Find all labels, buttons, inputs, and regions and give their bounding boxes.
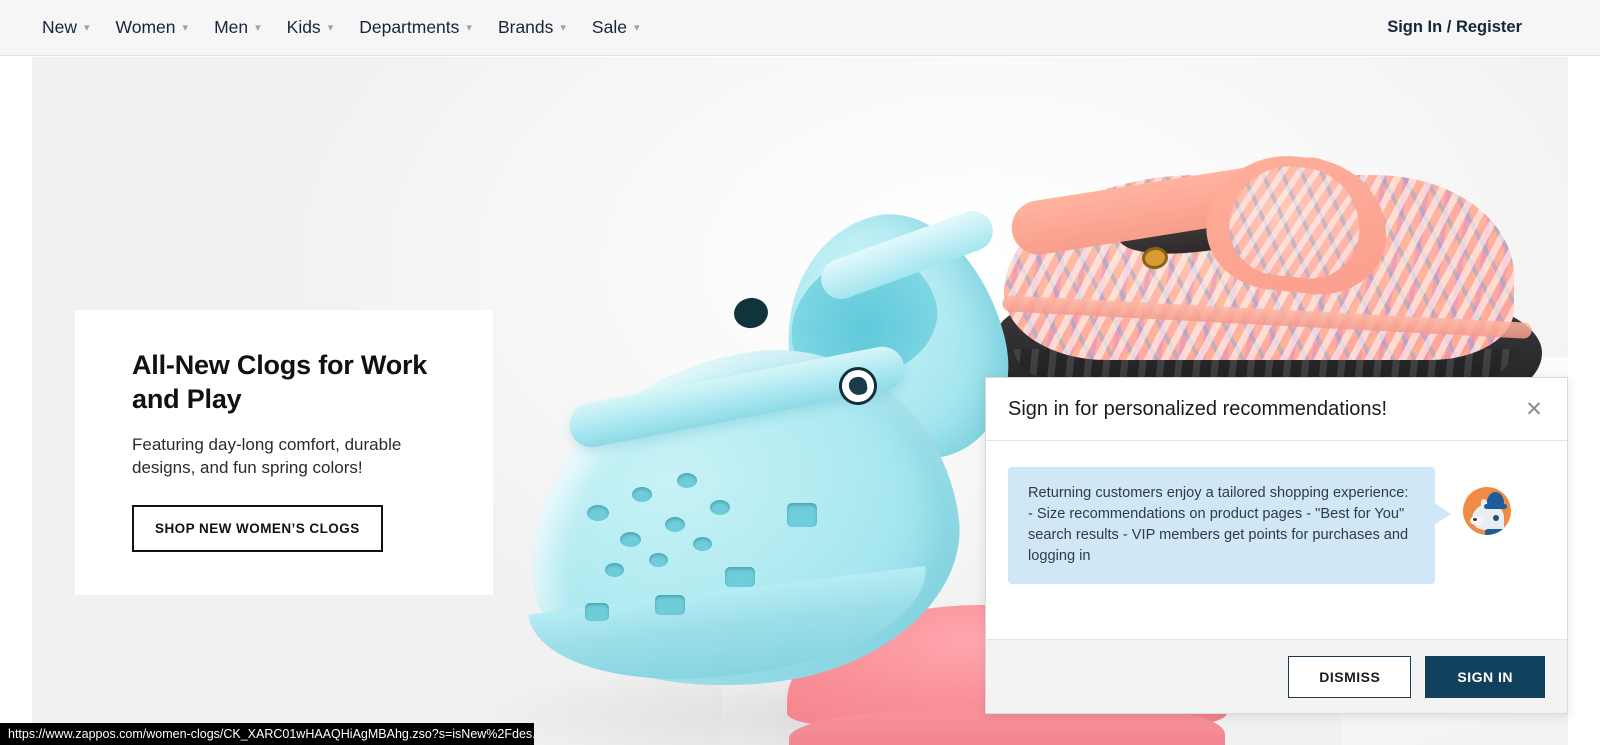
clog-vent-hole (710, 500, 730, 515)
nav-item-departments[interactable]: Departments ▾ (359, 17, 486, 38)
shop-new-womens-clogs-button[interactable]: SHOP NEW WOMEN’S CLOGS (132, 505, 383, 553)
chevron-down-icon: ▾ (466, 22, 472, 34)
chevron-down-icon: ▾ (633, 22, 640, 34)
browser-status-bar-url: https://www.zappos.com/women-clogs/CK_XA… (0, 723, 534, 745)
chevron-down-icon: ▾ (255, 22, 261, 34)
nav-item-men[interactable]: Men ▾ (214, 17, 275, 38)
chevron-down-icon: ▾ (327, 22, 334, 34)
nav-item-women[interactable]: Women ▾ (116, 17, 203, 38)
nav-item-label: New (42, 17, 78, 37)
clog-vent-hole (693, 537, 712, 551)
clog-vent-hole (665, 517, 685, 532)
chevron-down-icon: ▾ (560, 22, 566, 34)
nav-item-label: Women (115, 17, 176, 37)
assistant-message-row: Returning customers enjoy a tailored sho… (1008, 467, 1545, 584)
clog-vent-hole (649, 553, 668, 567)
clog-side-vent (725, 567, 755, 587)
clog-side-vent (585, 603, 609, 621)
dismiss-button[interactable]: DISMISS (1288, 655, 1412, 698)
avatar-scarf (1485, 529, 1507, 535)
nav-item-label: Brands (497, 17, 554, 37)
nav-item-brands[interactable]: Brands ▾ (498, 17, 580, 38)
primary-nav-list: New ▾ Women ▾ Men ▾ Kids ▾ Departments ▾… (0, 17, 665, 38)
assistant-message-bubble: Returning customers enjoy a tailored sho… (1008, 467, 1451, 584)
chevron-down-icon: ▾ (84, 22, 90, 34)
hero-subtitle: Featuring day-long comfort, durable desi… (132, 434, 402, 478)
blue-classic-clog-image (487, 192, 1030, 714)
avatar-hat-brim (1484, 504, 1507, 509)
nav-item-label: Men (214, 17, 249, 37)
nav-item-new[interactable]: New ▾ (42, 17, 104, 38)
avatar-snout (1470, 516, 1483, 525)
clog-vent-hole (677, 473, 697, 488)
llama-avatar-icon (1463, 487, 1511, 535)
nav-item-label: Departments (359, 17, 460, 37)
sign-in-register-link[interactable]: Sign In / Register (1387, 18, 1522, 36)
hero-text-card: All-New Clogs for Work and Play Featurin… (75, 310, 493, 595)
close-icon[interactable]: ✕ (1521, 396, 1547, 422)
clog-midsole (789, 709, 1225, 745)
nav-item-label: Sale (591, 17, 627, 37)
clog-vent-hole (632, 487, 652, 502)
sign-in-recommendations-dialog: Sign in for personalized recommendations… (985, 377, 1568, 714)
clog-dark-vent (731, 295, 771, 331)
top-navigation-bar: New ▾ Women ▾ Men ▾ Kids ▾ Departments ▾… (0, 0, 1600, 56)
chevron-down-icon: ▾ (182, 22, 189, 34)
account-nav-area: Sign In / Register (1387, 18, 1600, 37)
sign-in-button[interactable]: SIGN IN (1425, 655, 1545, 698)
clog-vent-hole (587, 505, 609, 521)
avatar-eye (1493, 515, 1499, 521)
clog-side-vent (787, 503, 817, 527)
avatar-nostril (1473, 518, 1477, 521)
nav-item-kids[interactable]: Kids ▾ (287, 17, 348, 38)
dialog-footer: DISMISS SIGN IN (986, 639, 1567, 713)
dialog-title: Sign in for personalized recommendations… (1008, 397, 1388, 420)
dialog-body: Returning customers enjoy a tailored sho… (986, 441, 1567, 639)
nav-item-sale[interactable]: Sale ▾ (592, 17, 654, 38)
nav-item-label: Kids (286, 17, 321, 37)
clog-vent-hole (620, 532, 641, 547)
clog-side-vent (655, 595, 685, 615)
clog-vent-hole (605, 563, 624, 577)
dialog-header: Sign in for personalized recommendations… (986, 378, 1567, 441)
page-title: All-New Clogs for Work and Play (132, 350, 428, 415)
